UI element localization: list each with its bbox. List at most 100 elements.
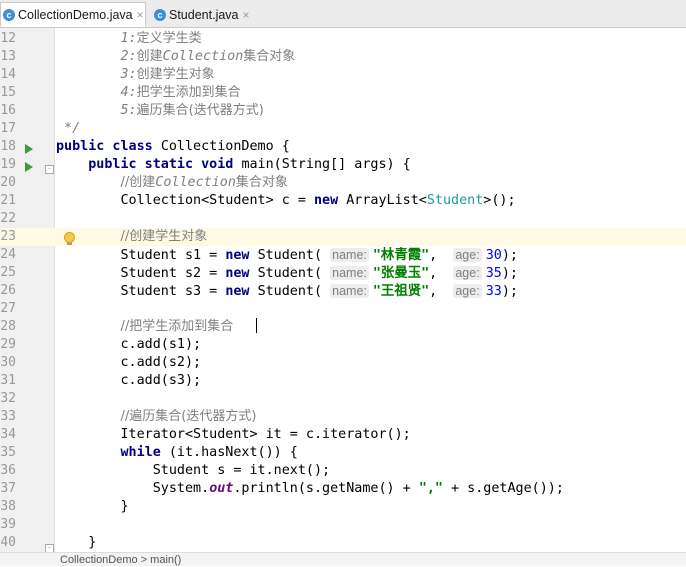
code-line[interactable]: 19 public static void main(String[] args… bbox=[0, 156, 686, 174]
parameter-hint: name: bbox=[330, 284, 369, 298]
code-token: 30 bbox=[485, 248, 502, 263]
tab-collectiondemo[interactable]: c CollectionDemo.java × bbox=[0, 2, 146, 27]
code-token: while bbox=[120, 445, 169, 460]
line-number: 17 bbox=[0, 121, 16, 136]
code-line[interactable]: 17 */ bbox=[0, 120, 686, 138]
code-token: .println(s.getName() + bbox=[233, 481, 419, 496]
text-caret bbox=[256, 318, 257, 333]
tab-student[interactable]: c Student.java × bbox=[152, 2, 260, 27]
code-token: Student s2 = bbox=[56, 266, 226, 281]
code-text: 4:把学生添加到集合 bbox=[56, 84, 241, 102]
code-token: new bbox=[313, 193, 347, 208]
code-line[interactable]: 24 Student s1 = new Student( name: "林青霞",… bbox=[0, 246, 686, 264]
close-icon[interactable]: × bbox=[243, 8, 250, 22]
code-line[interactable]: 39 bbox=[0, 516, 686, 534]
code-token: + s.getAge()); bbox=[443, 481, 564, 496]
line-number: 32 bbox=[0, 391, 16, 406]
code-line[interactable]: 16 5:遍历集合(迭代器方式) bbox=[0, 102, 686, 120]
code-token: "," bbox=[418, 481, 443, 496]
code-line[interactable]: 13 2:创建Collection集合对象 bbox=[0, 48, 686, 66]
line-number: 13 bbox=[0, 49, 16, 64]
code-line[interactable]: 23 //创建学生对象 bbox=[0, 228, 686, 246]
code-token: (it.hasNext()) { bbox=[168, 445, 298, 460]
code-token: new bbox=[225, 248, 258, 263]
parameter-hint: age: bbox=[453, 284, 482, 298]
code-line[interactable]: 26 Student s3 = new Student( name: "王祖贤",… bbox=[0, 282, 686, 300]
lightbulb-icon[interactable] bbox=[64, 232, 75, 245]
code-line[interactable]: 33 //遍历集合(迭代器方式) bbox=[0, 408, 686, 426]
code-line[interactable]: 22 bbox=[0, 210, 686, 228]
fold-icon[interactable]: - bbox=[45, 544, 54, 552]
line-number: 16 bbox=[0, 103, 16, 118]
code-text: Student s2 = new Student( name: "张曼玉", ag… bbox=[56, 264, 518, 283]
code-text: c.add(s3); bbox=[56, 372, 201, 390]
code-line[interactable]: 14 3:创建学生对象 bbox=[0, 66, 686, 84]
code-line[interactable]: 40 } bbox=[0, 534, 686, 552]
line-number: 26 bbox=[0, 283, 16, 298]
code-text: } bbox=[56, 534, 96, 552]
code-text: //遍历集合(迭代器方式) bbox=[56, 408, 257, 426]
code-line[interactable]: 36 Student s = it.next(); bbox=[0, 462, 686, 480]
code-text: public class CollectionDemo { bbox=[56, 138, 290, 156]
code-line[interactable]: 31 c.add(s3); bbox=[0, 372, 686, 390]
line-number: 37 bbox=[0, 481, 16, 496]
code-line[interactable]: 21 Collection<Student> c = new ArrayList… bbox=[0, 192, 686, 210]
tab-label: Student.java bbox=[169, 7, 239, 22]
code-line[interactable]: 35 while (it.hasNext()) { bbox=[0, 444, 686, 462]
code-token: ); bbox=[501, 284, 518, 299]
line-number: 34 bbox=[0, 427, 16, 442]
code-token: >(); bbox=[483, 193, 516, 208]
close-icon[interactable]: × bbox=[137, 8, 144, 22]
code-token: Collection bbox=[155, 175, 236, 190]
code-text: */ bbox=[56, 120, 80, 138]
code-token: */ bbox=[56, 121, 81, 136]
code-token: 创建学生对象 bbox=[136, 67, 215, 82]
code-token: System. bbox=[56, 481, 210, 496]
code-token: //遍历集合(迭代器方式) bbox=[120, 409, 257, 424]
code-line[interactable]: 12 1:定义学生类 bbox=[0, 30, 686, 48]
code-editor[interactable]: 12 1:定义学生类 13 2:创建Collection集合对象 14 3:创建学生… bbox=[0, 28, 686, 552]
code-line[interactable]: 28 //把学生添加到集合 bbox=[0, 318, 686, 336]
code-line[interactable]: 27 bbox=[0, 300, 686, 318]
code-line[interactable]: 29 c.add(s1); bbox=[0, 336, 686, 354]
code-token: 创建 bbox=[136, 49, 163, 64]
code-token: 3: bbox=[120, 67, 137, 82]
code-line[interactable]: 37 System.out.println(s.getName() + "," … bbox=[0, 480, 686, 498]
line-number: 31 bbox=[0, 373, 16, 388]
fold-icon[interactable]: - bbox=[45, 165, 54, 174]
line-number: 27 bbox=[0, 301, 16, 316]
code-line[interactable]: 20 //创建Collection集合对象 bbox=[0, 174, 686, 192]
code-text: Iterator<Student> it = c.iterator(); bbox=[56, 426, 410, 444]
code-text: //创建Collection集合对象 bbox=[56, 174, 288, 192]
code-token: 把学生添加到集合 bbox=[136, 85, 241, 100]
line-number: 40 bbox=[0, 535, 16, 550]
java-class-icon: c bbox=[3, 8, 15, 21]
run-icon[interactable] bbox=[25, 144, 33, 154]
code-token: //创建学生对象 bbox=[120, 229, 208, 244]
code-text: Student s1 = new Student( name: "林青霞", ag… bbox=[56, 246, 518, 265]
code-text: //创建学生对象 bbox=[56, 228, 208, 246]
parameter-hint: age: bbox=[453, 266, 482, 280]
code-line[interactable]: 34 Iterator<Student> it = c.iterator(); bbox=[0, 426, 686, 444]
code-token: out bbox=[209, 481, 234, 496]
code-text: while (it.hasNext()) { bbox=[56, 444, 298, 462]
code-line[interactable]: 15 4:把学生添加到集合 bbox=[0, 84, 686, 102]
code-line[interactable]: 18 public class CollectionDemo { bbox=[0, 138, 686, 156]
code-line[interactable]: 32 bbox=[0, 390, 686, 408]
code-token: Student bbox=[426, 193, 484, 208]
code-line[interactable]: 30 c.add(s2); bbox=[0, 354, 686, 372]
line-number: 28 bbox=[0, 319, 16, 334]
line-number: 19 bbox=[0, 157, 16, 172]
code-token: 定义学生类 bbox=[136, 31, 202, 46]
code-token: } bbox=[56, 499, 129, 514]
run-icon[interactable] bbox=[25, 162, 33, 172]
code-line[interactable]: 38 } bbox=[0, 498, 686, 516]
code-token: c.add(s3); bbox=[56, 373, 202, 388]
code-line[interactable]: 25 Student s2 = new Student( name: "张曼玉",… bbox=[0, 264, 686, 282]
